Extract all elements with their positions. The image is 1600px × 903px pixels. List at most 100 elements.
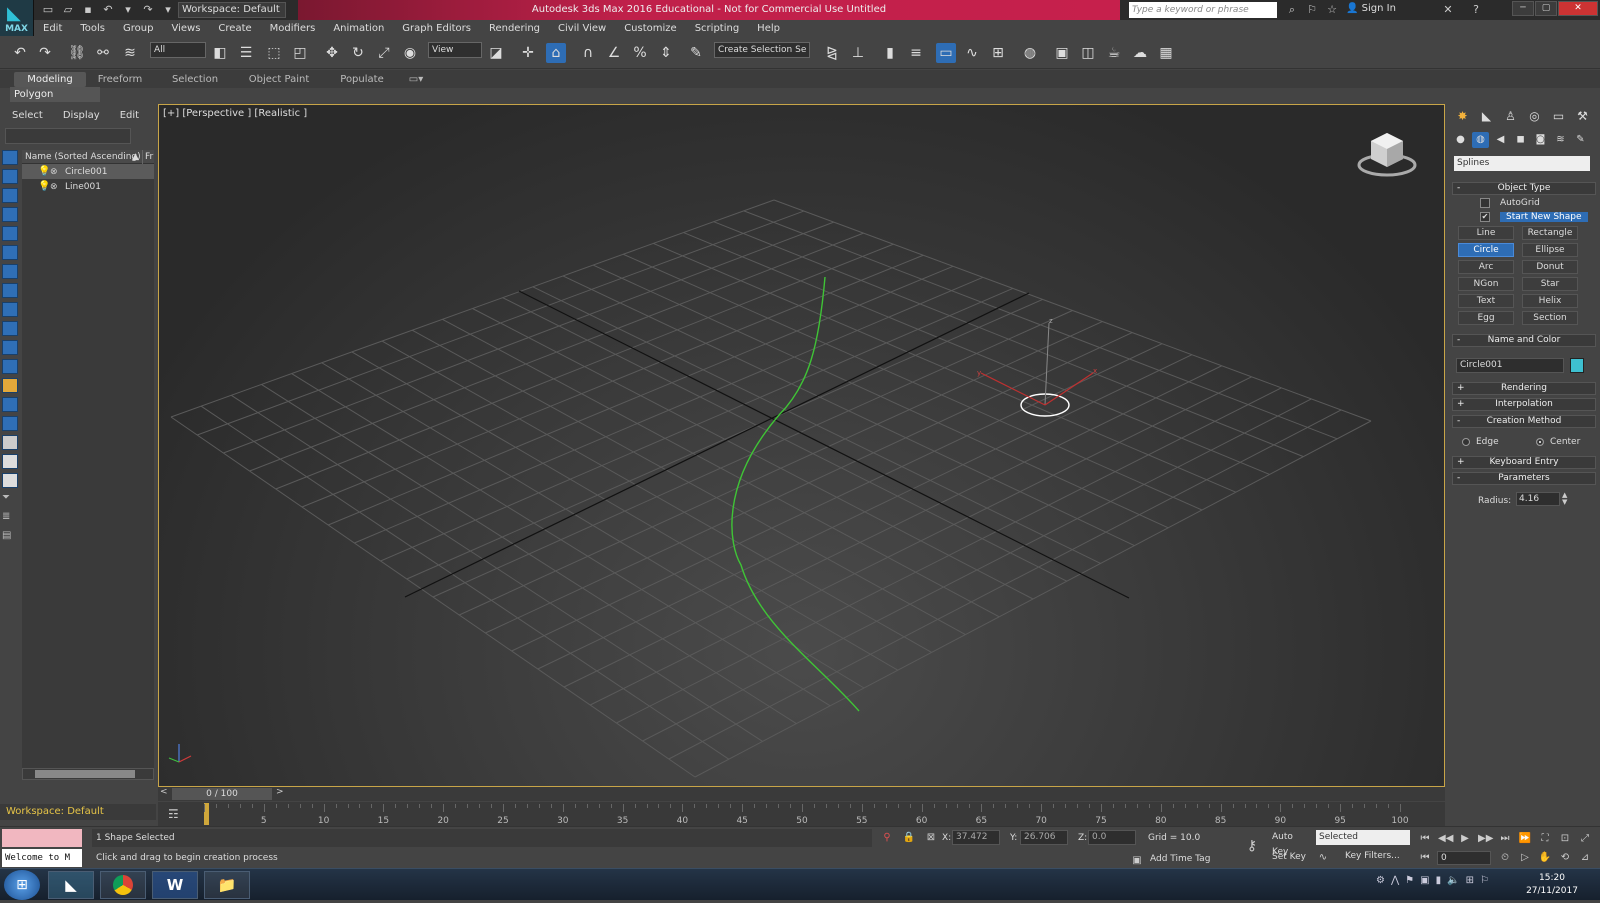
filter-containers-icon[interactable] (2, 321, 18, 336)
select-by-name-icon[interactable]: ☰ (236, 43, 256, 63)
polygon-modeling-panel[interactable]: Polygon Modeling (10, 87, 100, 115)
ribbon-toggle-icon[interactable]: ▭ (936, 43, 956, 63)
text-button[interactable]: Text (1458, 294, 1514, 308)
workspace-footer[interactable]: Workspace: Default (0, 804, 156, 820)
zoom-extents-icon[interactable]: ⛶ (1538, 832, 1552, 846)
menu-group[interactable]: Group (114, 23, 162, 34)
go-to-start-small-icon[interactable]: ⏮ (1418, 851, 1432, 865)
save-icon[interactable]: ▪ (80, 2, 96, 18)
undo-icon[interactable]: ↶ (10, 43, 30, 63)
rendered-frame-window-icon[interactable]: ◫ (1078, 43, 1098, 63)
edge-radio[interactable]: Edge (1462, 437, 1499, 447)
display-tab-icon[interactable]: ▭ (1548, 107, 1569, 125)
light-bulb-icon[interactable]: 💡 (38, 166, 50, 177)
menu-animation[interactable]: Animation (324, 23, 393, 34)
select-manipulate-icon[interactable]: ✛ (518, 43, 538, 63)
filter-shapes-icon[interactable] (2, 169, 18, 184)
sort-ascending-icon[interactable]: ▲ (132, 150, 139, 164)
filter-helpers-icon[interactable] (2, 226, 18, 241)
absolute-mode-icon[interactable]: ⊠ (924, 831, 938, 845)
filter-groups-icon[interactable] (2, 264, 18, 279)
filter-none-icon[interactable] (2, 397, 18, 412)
dropdown-arrow-icon[interactable]: ▾ (160, 2, 176, 18)
add-time-tag[interactable]: Add Time Tag (1150, 854, 1210, 864)
center-radio[interactable]: Center (1536, 437, 1580, 447)
arc-button[interactable]: Arc (1458, 260, 1514, 274)
hierarchy-tab-icon[interactable]: ♙ (1500, 107, 1521, 125)
a360-gallery-icon[interactable]: ▦ (1156, 43, 1176, 63)
menu-tools[interactable]: Tools (71, 23, 114, 34)
filter-frozen-icon[interactable] (2, 340, 18, 355)
key-filters-button[interactable]: Key Filters... (1345, 851, 1400, 861)
scene-list-header[interactable]: Name (Sorted Ascending) ▲ Fr (22, 150, 154, 164)
y-coordinate-field[interactable]: 26.706 (1020, 830, 1068, 845)
favorites-star-icon[interactable]: ☆ (1324, 2, 1340, 18)
key-icon[interactable]: ⚷ (1242, 839, 1262, 853)
shapes-category-icon[interactable]: ◍ (1472, 132, 1489, 148)
egg-button[interactable]: Egg (1458, 311, 1514, 325)
object-name-field[interactable]: Circle001 (1456, 358, 1564, 373)
previous-frame-icon[interactable]: ◀◀ (1438, 832, 1453, 846)
mirror-icon[interactable]: ⧎ (822, 43, 842, 63)
create-tab-icon[interactable]: ✸ (1452, 107, 1473, 125)
viewcube-icon[interactable] (1355, 127, 1419, 181)
display-influences-icon[interactable] (2, 454, 18, 469)
material-editor-icon[interactable]: ◍ (1020, 43, 1040, 63)
redo-icon[interactable]: ↷ (140, 2, 156, 18)
keyword-search-input[interactable]: Type a keyword or phrase (1129, 2, 1277, 18)
menu-graph-editors[interactable]: Graph Editors (393, 23, 480, 34)
set-key-button[interactable]: Set Key (1272, 850, 1312, 865)
radius-input[interactable]: 4.16 (1516, 492, 1560, 506)
render-in-cloud-icon[interactable]: ☁ (1130, 43, 1150, 63)
star-button[interactable]: Star (1522, 277, 1578, 291)
perspective-viewport[interactable]: z y x [+] [Perspective ] [Realistic ] (158, 104, 1445, 787)
go-to-end-icon[interactable]: ⏭ (1498, 832, 1512, 846)
taskbar-3dsmax-icon[interactable]: ◣ (48, 871, 94, 899)
filter-all-icon[interactable] (2, 378, 18, 393)
tray-language-icon[interactable]: ⊞ (1466, 875, 1474, 886)
taskbar-explorer-icon[interactable]: 📁 (204, 871, 250, 899)
orbit-icon[interactable]: ⟲ (1558, 851, 1572, 865)
time-tag-icon[interactable]: ▣ (1130, 854, 1144, 868)
percent-snap-icon[interactable]: % (630, 43, 650, 63)
z-coordinate-field[interactable]: 0.0 (1088, 830, 1136, 845)
play-icon[interactable]: ▶ (1458, 832, 1472, 846)
list-item[interactable]: 💡 ⊗ Line001 (22, 179, 154, 194)
snaps-toggle-icon[interactable]: ∩ (578, 43, 598, 63)
scene-menu-display[interactable]: Display (55, 110, 108, 121)
current-frame-field[interactable]: 0 (1437, 851, 1491, 865)
utilities-tab-icon[interactable]: ⚒ (1572, 107, 1593, 125)
isolate-selection-icon[interactable]: ⚲ (880, 831, 894, 845)
tray-security-icon[interactable]: ▣ (1420, 875, 1429, 886)
select-and-place-icon[interactable]: ◉ (400, 43, 420, 63)
tab-modeling[interactable]: Modeling (14, 72, 86, 87)
x-coordinate-field[interactable]: 37.472 (952, 830, 1000, 845)
angle-snap-icon[interactable]: ∠ (604, 43, 624, 63)
scrollbar-thumb[interactable] (35, 770, 135, 778)
render-production-icon[interactable]: ☕ (1104, 43, 1124, 63)
field-of-view-icon[interactable]: ⊿ (1578, 851, 1592, 865)
rectangle-button[interactable]: Rectangle (1522, 226, 1578, 240)
filter-cameras-icon[interactable] (2, 207, 18, 222)
taskbar-clock[interactable]: 15:20 27/11/2017 (1522, 872, 1582, 898)
scene-search-input[interactable] (5, 128, 131, 144)
close-button[interactable]: ✕ (1558, 1, 1598, 16)
maxscript-listener-mini[interactable] (2, 829, 82, 847)
layer-icon[interactable]: ≣ (2, 511, 18, 526)
walk-through-icon[interactable]: ✋ (1538, 851, 1552, 865)
mini-curve-editor-icon[interactable]: ☶ (168, 807, 184, 821)
render-setup-icon[interactable]: ▣ (1052, 43, 1072, 63)
selection-lock-icon[interactable]: 🔒 (902, 831, 916, 845)
donut-button[interactable]: Donut (1522, 260, 1578, 274)
keyboard-shortcut-override-icon[interactable]: ⌂ (546, 43, 566, 63)
start-new-shape-checkbox[interactable]: ✔ Start New Shape (1480, 210, 1588, 223)
menu-rendering[interactable]: Rendering (480, 23, 549, 34)
dropdown-arrow-icon[interactable]: ▾ (120, 2, 136, 18)
tray-volume-icon[interactable]: 🔈 (1447, 875, 1459, 886)
scene-horizontal-scrollbar[interactable] (22, 768, 154, 780)
scene-menu-edit[interactable]: Edit (112, 110, 147, 121)
list-item[interactable]: 💡 ⊗ Circle001 (22, 164, 154, 179)
named-selection-sets-dropdown[interactable]: Create Selection Se (714, 42, 810, 58)
next-frame-icon[interactable]: ▶▶ (1478, 832, 1493, 846)
scene-explorer-toggle-icon[interactable]: ▮ (880, 43, 900, 63)
